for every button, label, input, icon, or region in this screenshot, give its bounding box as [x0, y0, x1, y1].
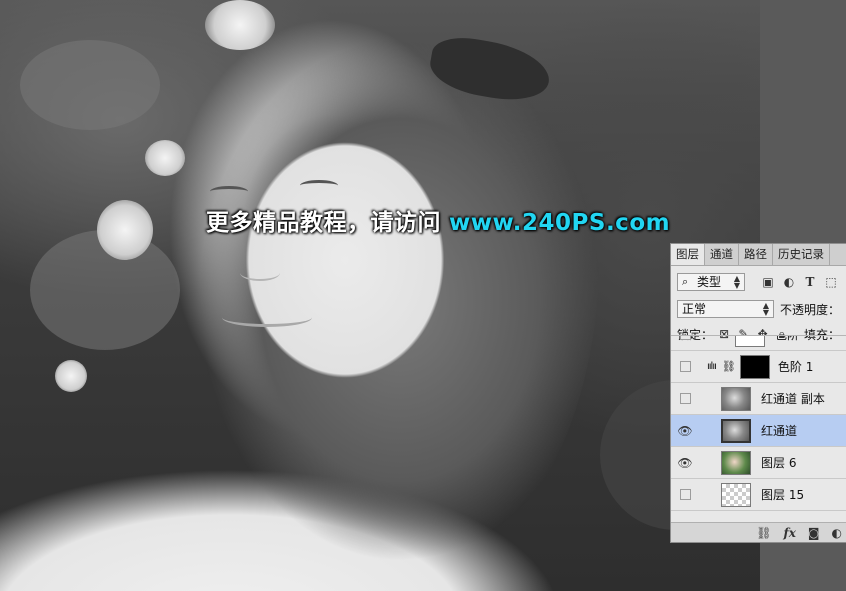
panel-bottom-bar: ⛓ fx ◙ ◐ — [671, 522, 846, 542]
photo-eye — [210, 186, 248, 197]
pixel-filter-icon[interactable]: ▣ — [759, 275, 777, 289]
eye-icon: 👁︎ — [677, 455, 693, 470]
watermark-url: www.240PS.com — [449, 210, 671, 236]
background-flower — [205, 0, 275, 50]
layer-thumbnail[interactable] — [721, 482, 751, 507]
photo-portrait — [180, 40, 600, 560]
background-flower — [97, 200, 153, 260]
visibility-box-icon — [679, 361, 691, 372]
layer-thumbnail[interactable] — [721, 450, 751, 475]
adjustment-filter-icon[interactable]: ◐ — [780, 275, 798, 289]
shape-filter-icon[interactable]: ⬚ — [822, 275, 840, 289]
document-canvas[interactable]: 更多精品教程，请访问 www.240PS.com — [0, 0, 760, 591]
tab-paths[interactable]: 路径 — [739, 244, 773, 265]
layer-row-selected[interactable]: 👁︎ 红通道 — [671, 415, 846, 447]
blend-row: 正常 ▲ ▼ 不透明度： — [671, 296, 846, 322]
layer-thumbnail[interactable] — [721, 418, 751, 443]
layers-list: 色阶 ıılıı ⛓ 色阶 1 红通道 副本 👁︎ 红通道 👁︎ 图层 6 图层… — [671, 335, 846, 523]
opacity-label: 不透明度： — [779, 302, 840, 317]
layer-row[interactable]: 红通道 副本 — [671, 383, 846, 415]
visibility-toggle[interactable] — [671, 489, 699, 500]
photo-eye — [300, 180, 338, 191]
background-flower — [145, 140, 185, 176]
layer-name: 色阶 1 — [777, 360, 814, 374]
layer-name: 色阶 — [775, 335, 800, 342]
eye-icon: 👁︎ — [677, 423, 693, 438]
layer-name: 图层 6 — [761, 456, 797, 470]
blend-mode-value: 正常 — [682, 302, 707, 316]
layer-name: 图层 15 — [761, 488, 805, 502]
layer-mask-thumbnail[interactable] — [739, 354, 770, 379]
adjustment-icon[interactable]: ◐ — [832, 526, 842, 540]
watermark-text: 更多精品教程，请访问 www.240PS.com — [206, 203, 670, 237]
layer-name: 红通道 — [761, 424, 798, 438]
link-icon[interactable]: ⛓ — [756, 526, 771, 540]
select-arrows-icon: ▲ ▼ — [733, 274, 740, 290]
layer-mask-thumbnail[interactable] — [735, 336, 765, 347]
visibility-toggle[interactable] — [671, 361, 699, 372]
layer-name: 红通道 副本 — [761, 392, 825, 406]
search-icon: ⌕ — [682, 275, 689, 288]
visibility-toggle[interactable]: 👁︎ — [671, 424, 699, 438]
photo-mouth — [222, 308, 312, 327]
type-filter-icon[interactable]: T — [801, 275, 819, 289]
fx-icon[interactable]: fx — [784, 526, 796, 540]
photo-nose — [240, 265, 280, 281]
visibility-toggle[interactable] — [671, 393, 699, 404]
levels-icon: ıılıı — [707, 361, 717, 372]
mask-icon[interactable]: ◙ — [808, 526, 820, 540]
visibility-box-icon — [679, 336, 691, 340]
layer-row[interactable]: 图层 15 — [671, 479, 846, 511]
filter-type-value: 类型 — [697, 275, 722, 289]
visibility-toggle[interactable] — [671, 336, 699, 340]
visibility-toggle[interactable]: 👁︎ — [671, 456, 699, 470]
layers-panel: 图层 通道 路径 历史记录 ⌕ 类型 ▲ ▼ ▣ ◐ T ⬚ 正常 ▲ ▼ 不透明度… — [670, 243, 846, 543]
tab-channels[interactable]: 通道 — [705, 244, 739, 265]
background-foliage — [20, 40, 160, 130]
visibility-box-icon — [679, 393, 691, 404]
chain-link-icon[interactable]: ⛓ — [722, 360, 736, 373]
watermark-chinese: 更多精品教程，请访问 — [206, 210, 441, 236]
visibility-box-icon — [679, 489, 691, 500]
tab-layers[interactable]: 图层 — [671, 244, 705, 265]
tab-history[interactable]: 历史记录 — [773, 244, 830, 265]
panel-tabs: 图层 通道 路径 历史记录 — [671, 244, 846, 266]
layer-row[interactable]: 色阶 — [671, 335, 846, 351]
select-arrows-icon: ▲ ▼ — [762, 301, 769, 317]
layer-row[interactable]: ıılıı ⛓ 色阶 1 — [671, 351, 846, 383]
layer-row[interactable]: 👁︎ 图层 6 — [671, 447, 846, 479]
blend-mode-select[interactable]: 正常 ▲ ▼ — [677, 300, 774, 318]
background-flower — [55, 360, 87, 392]
layer-thumbnail[interactable] — [721, 386, 751, 411]
filter-type-select[interactable]: ⌕ 类型 ▲ ▼ — [677, 273, 745, 291]
layer-filter-row: ⌕ 类型 ▲ ▼ ▣ ◐ T ⬚ — [671, 268, 846, 296]
